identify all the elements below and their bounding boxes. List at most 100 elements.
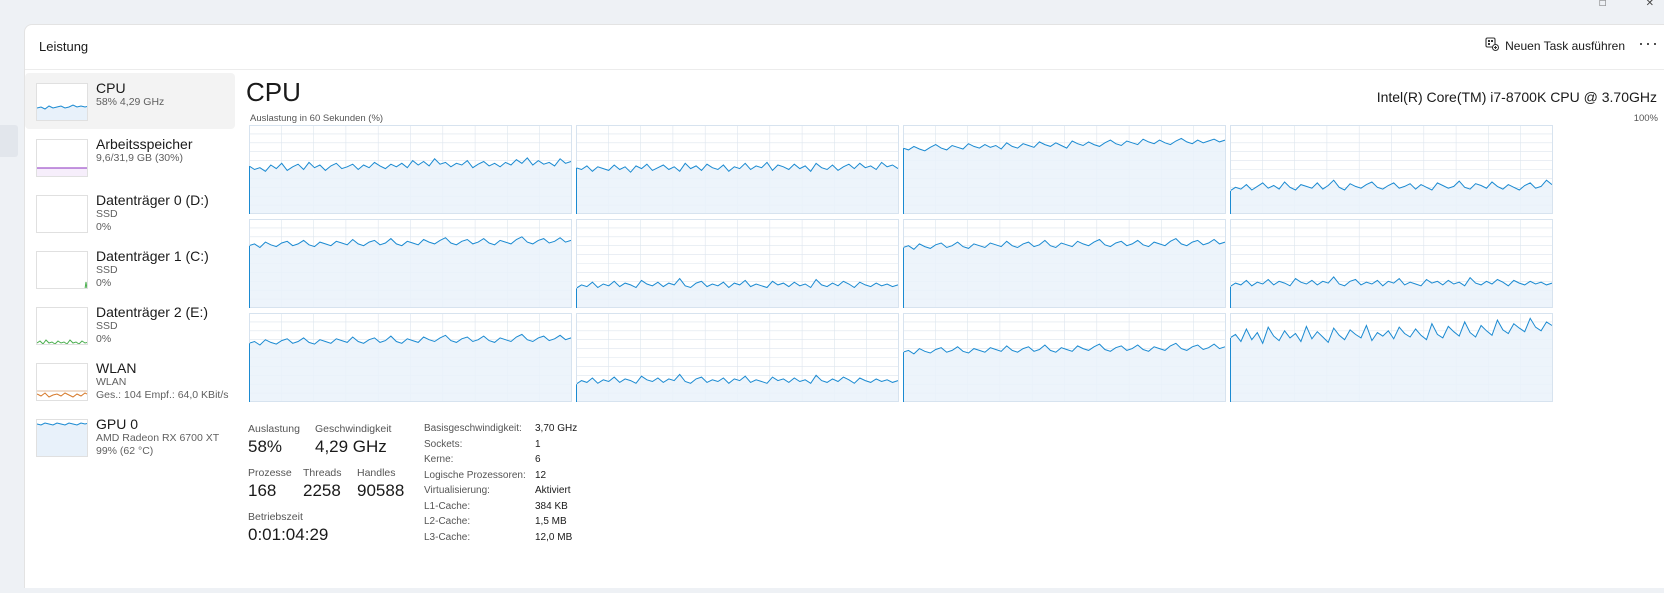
spec-row: Kerne: 6 bbox=[424, 454, 664, 470]
core-utilization-area bbox=[903, 343, 1225, 402]
logical-processor-graphs bbox=[249, 125, 1557, 402]
core-graph-svg bbox=[903, 219, 1226, 308]
processes-value: 168 bbox=[248, 481, 277, 500]
spec-key: L3-Cache: bbox=[424, 531, 471, 543]
sidebar-item-name: Datenträger 2 (E:) bbox=[96, 304, 209, 320]
sidebar-item-detail-1: WLAN bbox=[96, 376, 127, 388]
spec-row: L3-Cache: 12,0 MB bbox=[424, 532, 664, 548]
close-icon[interactable]: ✕ bbox=[1646, 0, 1654, 10]
sidebar-item-cpu[interactable]: CPU 58% 4,29 GHz bbox=[25, 73, 235, 129]
spec-value: 384 KB bbox=[535, 500, 568, 512]
sidebar-item-detail-2: 99% (62 °C) bbox=[96, 445, 154, 457]
sidebar-thumbnail-graph bbox=[36, 195, 88, 233]
core-graph-svg bbox=[1230, 219, 1553, 308]
core-utilization-area bbox=[903, 238, 1225, 308]
core-graph-svg bbox=[249, 219, 572, 308]
threads-value: 2258 bbox=[303, 481, 341, 500]
core-graph-svg bbox=[903, 125, 1226, 214]
core-graph-5 bbox=[576, 219, 899, 308]
cpu-model: Intel(R) Core(TM) i7-8700K CPU @ 3.70GHz bbox=[1376, 89, 1657, 105]
title-bar bbox=[0, 0, 1664, 24]
core-graph-2 bbox=[903, 125, 1226, 214]
speed-label: Geschwindigkeit bbox=[315, 423, 392, 435]
utilization-value: 58% bbox=[248, 437, 283, 456]
spec-key: L1-Cache: bbox=[424, 500, 471, 512]
new-task-button[interactable]: Neuen Task ausführen bbox=[1485, 37, 1625, 54]
new-task-icon bbox=[1485, 37, 1500, 54]
sidebar-item-wlan[interactable]: WLAN WLAN Ges.: 104 Empf.: 64,0 KBit/s bbox=[25, 353, 235, 409]
cpu-detail: CPU Intel(R) Core(TM) i7-8700K CPU @ 3.7… bbox=[246, 77, 1658, 587]
sidebar-item-datentr-ger-2-e[interactable]: Datenträger 2 (E:) SSD 0% bbox=[25, 297, 235, 353]
sidebar-item-detail-2: 0% bbox=[96, 277, 112, 289]
spec-value: 12,0 MB bbox=[535, 531, 573, 543]
spec-value: 1 bbox=[535, 438, 541, 450]
core-utilization-area bbox=[576, 374, 898, 402]
core-graph-3 bbox=[1230, 125, 1553, 214]
core-graph-11 bbox=[1230, 313, 1553, 402]
spec-key: Basisgeschwindigkeit: bbox=[424, 423, 522, 434]
sidebar-item-name: CPU bbox=[96, 80, 126, 96]
spec-row: Virtualisierung: Aktiviert bbox=[424, 485, 664, 501]
uptime-label: Betriebszeit bbox=[248, 511, 303, 523]
spec-value: 6 bbox=[535, 454, 541, 465]
sidebar-item-gpu-0[interactable]: GPU 0 AMD Radeon RX 6700 XT 99% (62 °C) bbox=[25, 409, 235, 465]
core-utilization-area bbox=[576, 162, 898, 214]
sidebar-item-detail-1: SSD bbox=[96, 208, 118, 220]
sidebar-thumbnail-graph bbox=[36, 419, 88, 457]
more-options-button[interactable]: ··· bbox=[1638, 33, 1659, 54]
sidebar-item-datentr-ger-1-c[interactable]: Datenträger 1 (C:) SSD 0% bbox=[25, 241, 235, 297]
sidebar-item-detail-1: SSD bbox=[96, 320, 118, 332]
spec-key: Sockets: bbox=[424, 438, 463, 450]
sidebar-thumbnail-graph bbox=[36, 251, 88, 289]
threads-label: Threads bbox=[303, 467, 342, 479]
new-task-label: Neuen Task ausführen bbox=[1505, 38, 1625, 53]
sidebar-item-name: Datenträger 1 (C:) bbox=[96, 248, 209, 264]
core-graph-6 bbox=[903, 219, 1226, 308]
core-graph-0 bbox=[249, 125, 572, 214]
sidebar-thumbnail-graph bbox=[36, 139, 88, 177]
core-utilization-area bbox=[903, 138, 1225, 214]
sidebar-item-name: GPU 0 bbox=[96, 416, 139, 432]
sidebar-thumbnail-graph bbox=[36, 363, 88, 401]
cpu-specs: Basisgeschwindigkeit: 3,70 GHz Sockets: 1 Ke… bbox=[424, 423, 664, 547]
nav-gutter bbox=[0, 24, 24, 588]
page-header: Leistung Neuen Task ausführen ··· bbox=[25, 25, 1664, 70]
core-graph-svg bbox=[576, 219, 899, 308]
resource-list: CPU 58% 4,29 GHz Arbeitsspeicher 9,6/31,9 G… bbox=[25, 73, 235, 465]
core-utilization-area bbox=[249, 334, 571, 402]
handles-label: Handles bbox=[357, 467, 396, 479]
sidebar-item-name: Arbeitsspeicher bbox=[96, 136, 193, 152]
spec-row: Logische Prozessoren: 12 bbox=[424, 470, 664, 486]
nav-selected-indicator[interactable] bbox=[0, 125, 18, 157]
sidebar-item-datentr-ger-0-d[interactable]: Datenträger 0 (D:) SSD 0% bbox=[25, 185, 235, 241]
core-graph-svg bbox=[903, 313, 1226, 402]
utilization-label: Auslastung bbox=[248, 423, 300, 435]
handles-value: 90588 bbox=[357, 481, 405, 500]
sidebar-item-detail-1: AMD Radeon RX 6700 XT bbox=[96, 432, 220, 444]
core-graph-svg bbox=[249, 125, 572, 214]
resource-title: CPU bbox=[246, 77, 301, 107]
core-graph-svg bbox=[249, 313, 572, 402]
spec-row: L1-Cache: 384 KB bbox=[424, 501, 664, 517]
core-graph-8 bbox=[249, 313, 572, 402]
restore-icon[interactable]: □ bbox=[1600, 0, 1606, 10]
core-utilization-area bbox=[576, 278, 898, 308]
core-utilization-area bbox=[1230, 180, 1552, 214]
core-graph-svg bbox=[1230, 125, 1553, 214]
sidebar-item-detail-2: Ges.: 104 Empf.: 64,0 KBit/s bbox=[96, 389, 229, 401]
core-graph-svg bbox=[576, 125, 899, 214]
sidebar-item-detail-1: SSD bbox=[96, 264, 118, 276]
spec-value: Aktiviert bbox=[535, 485, 571, 496]
sidebar-item-arbeitsspeicher[interactable]: Arbeitsspeicher 9,6/31,9 GB (30%) bbox=[25, 129, 235, 185]
spec-key: Logische Prozessoren: bbox=[424, 469, 526, 481]
sidebar-item-name: Datenträger 0 (D:) bbox=[96, 192, 209, 208]
spec-row: Sockets: 1 bbox=[424, 439, 664, 455]
spec-row: L2-Cache: 1,5 MB bbox=[424, 516, 664, 532]
core-graph-9 bbox=[576, 313, 899, 402]
spec-key: L2-Cache: bbox=[424, 516, 471, 527]
spec-key: Virtualisierung: bbox=[424, 485, 490, 496]
spec-value: 1,5 MB bbox=[535, 516, 567, 527]
graph-axis-label: Auslastung in 60 Sekunden (%) bbox=[250, 113, 384, 124]
processes-label: Prozesse bbox=[248, 467, 292, 479]
page-title: Leistung bbox=[39, 39, 89, 54]
